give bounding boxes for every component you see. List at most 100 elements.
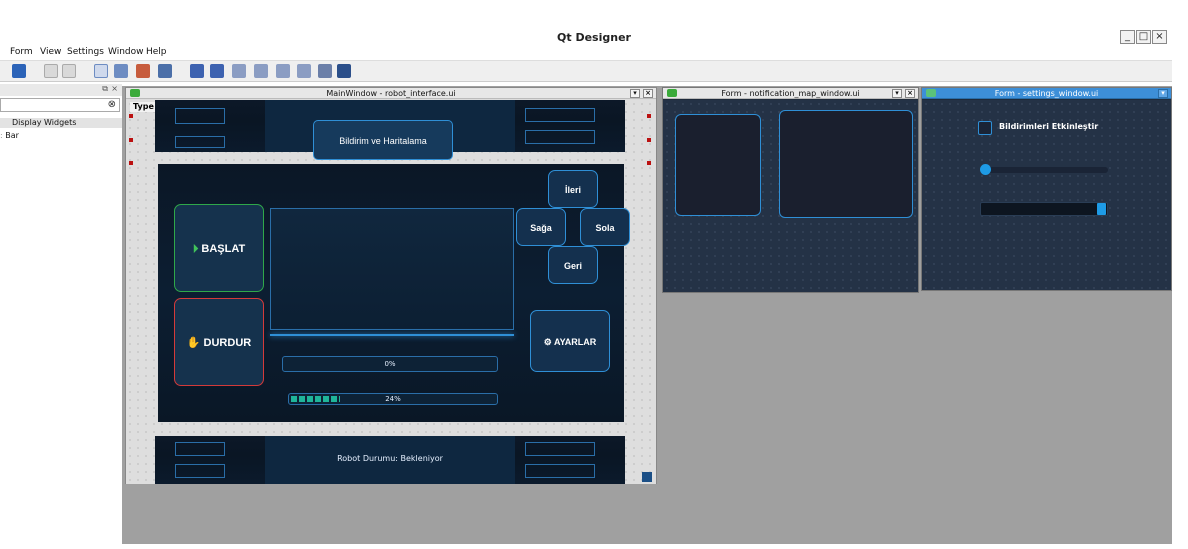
main-window-titlebar: MainWindow - robot_interface.ui ▾ × (126, 88, 656, 99)
layout-vertical-icon[interactable] (210, 64, 224, 78)
menu-window[interactable]: Window (108, 47, 144, 57)
layout-splitter-v-icon[interactable] (254, 64, 268, 78)
notification-map-button[interactable]: Bildirim ve Haritalama (313, 120, 453, 160)
app-title: Qt Designer (557, 31, 631, 44)
map-view[interactable] (779, 110, 913, 218)
settings-window-titlebar: Form - settings_window.ui ▾ (922, 88, 1171, 99)
notifications-checkbox[interactable] (978, 121, 992, 135)
subwindow-close-button[interactable]: × (905, 89, 915, 98)
stop-hand-icon: ✋ (186, 337, 201, 349)
clear-filter-icon[interactable]: ⊗ (108, 99, 116, 111)
close-button[interactable]: × (1152, 30, 1167, 44)
copy-icon[interactable] (44, 64, 58, 78)
notification-window-title: Form - notification_map_window.ui (721, 89, 860, 98)
right-button[interactable]: Sağa (516, 208, 566, 246)
layout-splitter-h-icon[interactable] (232, 64, 246, 78)
qt-designer-app: Qt Designer _ □ × Form View Settings Win… (0, 0, 1188, 549)
display-widgets-group[interactable]: Display Widgets (0, 118, 122, 128)
notifications-checkbox-label: Bildirimleri Etkinleştir (999, 122, 1099, 131)
float-icon[interactable]: ⧉ (102, 84, 108, 94)
subwindow-menu-button[interactable]: ▾ (630, 89, 640, 98)
progress-1-text: 0% (384, 360, 396, 368)
settings-window-title: Form - settings_window.ui (994, 89, 1099, 98)
minimize-button[interactable]: _ (1120, 30, 1135, 44)
title-bar: Qt Designer _ □ × (0, 30, 1188, 46)
qt-icon (926, 89, 936, 97)
gear-icon: ⚙ (543, 337, 552, 347)
selection-handle[interactable] (129, 138, 133, 142)
progress-2-fill (291, 396, 340, 402)
selection-handle[interactable] (647, 114, 651, 118)
maximize-button[interactable]: □ (1136, 30, 1151, 44)
back-button[interactable]: Geri (548, 246, 598, 284)
menu-help[interactable]: Help (146, 47, 167, 57)
edit-widgets-icon[interactable] (94, 64, 108, 78)
layout-horizontal-icon[interactable] (190, 64, 204, 78)
main-window-title: MainWindow - robot_interface.ui (326, 89, 456, 98)
notification-map-form[interactable]: Form - notification_map_window.ui ▾ × (662, 87, 919, 293)
menu-view[interactable]: View (40, 47, 61, 57)
break-layout-icon[interactable] (318, 64, 332, 78)
selection-handle[interactable] (129, 161, 133, 165)
deco-frame (175, 136, 225, 148)
stop-button[interactable]: ✋ DURDUR (174, 298, 264, 386)
deco-frame (175, 464, 225, 478)
widget-box-header: ⧉ × (0, 84, 122, 96)
progress-2-text: 24% (385, 395, 401, 403)
menu-form[interactable]: Form (10, 47, 33, 57)
paste-icon[interactable] (62, 64, 76, 78)
settings-form[interactable]: Form - settings_window.ui ▾ Bildirimleri… (921, 87, 1172, 291)
forward-button[interactable]: İleri (548, 170, 598, 208)
toolbar (0, 60, 1172, 82)
notification-canvas (663, 100, 918, 292)
form-canvas: Type Bildirim ve Haritalama ⏵ BAŞLAT ✋ D… (126, 100, 656, 484)
qt-icon (667, 89, 677, 97)
settings-slider-handle[interactable] (980, 164, 991, 175)
selection-handle[interactable] (647, 161, 651, 165)
layout-grid-icon[interactable] (276, 64, 290, 78)
widget-item-label: Bar (5, 131, 19, 140)
subwindow-close-button[interactable]: × (643, 89, 653, 98)
main-window-form[interactable]: MainWindow - robot_interface.ui ▾ × Type… (125, 87, 657, 484)
edit-buddies-icon[interactable] (136, 64, 150, 78)
widget-item[interactable]: : Bar (0, 131, 19, 140)
edit-signals-icon[interactable] (114, 64, 128, 78)
status-panel: Robot Durumu: Bekleniyor (155, 436, 625, 484)
save-icon[interactable] (12, 64, 26, 78)
settings-button[interactable]: ⚙ AYARLAR (530, 310, 610, 372)
start-button-label: BAŞLAT (201, 243, 246, 255)
deco-frame (525, 464, 595, 478)
selection-handle[interactable] (647, 138, 651, 142)
adjust-size-icon[interactable] (337, 64, 351, 78)
left-button[interactable]: Sola (580, 208, 630, 246)
widget-filter-input[interactable]: ⊗ (0, 98, 120, 112)
resize-grip[interactable] (642, 472, 652, 482)
widget-box-panel: ⧉ × ⊗ Display Widgets : Bar (0, 84, 122, 544)
stop-button-label: DURDUR (203, 337, 252, 349)
menu-settings[interactable]: Settings (67, 47, 104, 57)
selection-handle[interactable] (129, 114, 133, 118)
glow-line (270, 334, 514, 336)
settings-slider-track[interactable] (982, 167, 1108, 173)
subwindow-menu-button[interactable]: ▾ (892, 89, 902, 98)
start-button[interactable]: ⏵ BAŞLAT (174, 204, 264, 292)
settings-progress-fill (1097, 203, 1106, 215)
layout-form-icon[interactable] (297, 64, 311, 78)
notification-list[interactable] (675, 114, 761, 216)
deco-frame (525, 130, 595, 144)
close-dock-icon[interactable]: × (111, 84, 118, 93)
subwindow-menu-button[interactable]: ▾ (1158, 89, 1168, 98)
robot-status-label: Robot Durumu: Bekleniyor (337, 454, 443, 463)
settings-button-label: AYARLAR (553, 337, 597, 347)
qt-icon (130, 89, 140, 97)
settings-canvas: Bildirimleri Etkinleştir (922, 100, 1171, 290)
progress-bar-1: 0% (282, 356, 498, 372)
header-panel: Bildirim ve Haritalama (155, 100, 625, 160)
play-icon: ⏵ (192, 243, 199, 255)
deco-frame (175, 108, 225, 124)
edit-tab-order-icon[interactable] (158, 64, 172, 78)
menu-bar: Form View Settings Window Help (0, 46, 1188, 60)
deco-frame (525, 108, 595, 122)
notification-window-titlebar: Form - notification_map_window.ui ▾ × (663, 88, 918, 99)
deco-frame (175, 442, 225, 456)
